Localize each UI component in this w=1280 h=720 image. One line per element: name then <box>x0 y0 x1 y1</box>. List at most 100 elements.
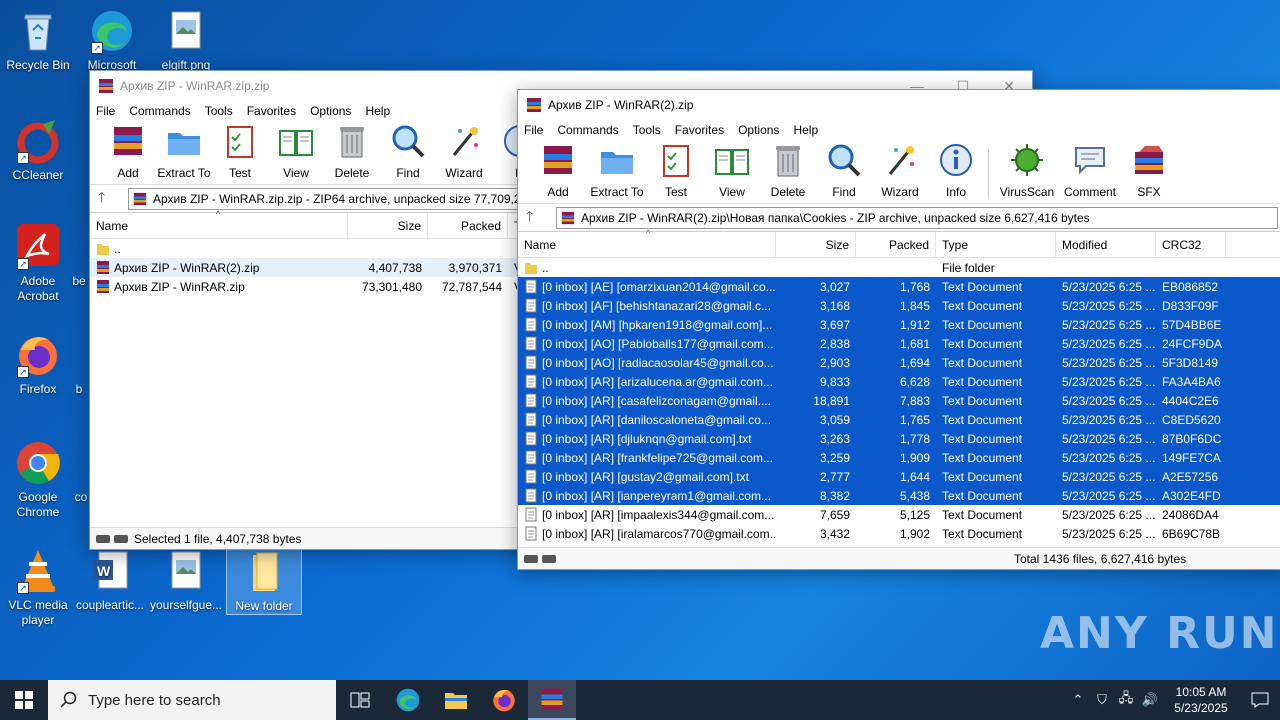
virusscan-button[interactable]: VirusScan <box>995 142 1059 199</box>
col-modified[interactable]: Modified <box>1056 231 1156 258</box>
file-size: 3,027 <box>819 279 850 294</box>
desktop-icon-microsoft-edge[interactable]: ↗ Microsoft <box>74 8 150 73</box>
menu-help[interactable]: Help <box>793 123 818 137</box>
table-row[interactable]: [0 inbox] [AF] [behishtanazari28@gmail.c… <box>518 296 1280 315</box>
taskbar-search[interactable]: Type here to search <box>48 680 336 720</box>
col-size[interactable]: Size <box>776 231 856 258</box>
menu-tools[interactable]: Tools <box>205 104 233 118</box>
extract-to-button[interactable]: Extract To <box>156 123 212 180</box>
menu-commands[interactable]: Commands <box>129 104 190 118</box>
col-crc32[interactable]: CRC32 <box>1156 231 1226 258</box>
table-row[interactable]: .. File folder <box>518 258 1280 277</box>
volume-icon[interactable]: 🔊 <box>1138 692 1162 708</box>
sort-ascending-icon: ^ <box>646 228 651 238</box>
up-arrow-icon[interactable]: 🡑 <box>98 187 128 211</box>
table-row[interactable]: [0 inbox] [AM] [hpkaren1918@gmail.com]..… <box>518 315 1280 334</box>
table-row[interactable]: [0 inbox] [AR] [iralamarcos770@gmail.com… <box>518 524 1280 543</box>
clipboard-check-icon <box>227 126 253 158</box>
view-button[interactable]: View <box>268 123 324 180</box>
menu-commands[interactable]: Commands <box>557 123 618 137</box>
menu-options[interactable]: Options <box>738 123 779 137</box>
window-title: Архив ZIP - WinRAR(2).zip <box>548 98 694 112</box>
up-arrow-icon[interactable]: 🡑 <box>526 206 556 230</box>
table-row[interactable]: [0 inbox] [AR] [gustay2@gmail.com].txt 2,… <box>518 467 1280 486</box>
taskbar-edge[interactable] <box>384 680 432 720</box>
status-text: Selected 1 file, 4,407,738 bytes <box>134 531 302 546</box>
find-button[interactable]: Find <box>380 123 436 180</box>
desktop-icon-couplearticle[interactable]: W coupleartic... <box>72 548 148 613</box>
table-row[interactable]: [0 inbox] [AO] [Pabloballs177@gmail.com.… <box>518 334 1280 353</box>
menu-favorites[interactable]: Favorites <box>247 104 296 118</box>
start-button[interactable] <box>0 680 48 720</box>
taskbar-winrar[interactable] <box>528 680 576 720</box>
test-button[interactable]: Test <box>212 123 268 180</box>
col-packed[interactable]: Packed <box>856 231 936 258</box>
ccleaner-icon: ↗ <box>15 118 61 164</box>
menu-file[interactable]: File <box>524 123 543 137</box>
security-icon[interactable]: ⛉ <box>1090 692 1114 708</box>
desktop-icon-elgift[interactable]: elgift.png <box>148 8 224 73</box>
desktop-icon-label: VLC media player <box>8 598 68 627</box>
table-row[interactable]: [0 inbox] [AR] [arizalucena.ar@gmail.com… <box>518 372 1280 391</box>
winrar-window-nested[interactable]: Архив ZIP - WinRAR(2).zip File Commands … <box>517 89 1280 570</box>
menu-file[interactable]: File <box>96 104 115 118</box>
desktop-icon-vlc[interactable]: ↗ VLC media player <box>0 548 76 628</box>
info-button[interactable]: Info <box>928 142 984 199</box>
notification-button[interactable] <box>1240 692 1280 708</box>
table-row[interactable]: [0 inbox] [AR] [ianpereyram1@gmail.com..… <box>518 486 1280 505</box>
task-view-button[interactable] <box>336 680 384 720</box>
col-type[interactable]: Type <box>936 231 1056 258</box>
find-button[interactable]: Find <box>816 142 872 199</box>
add-button[interactable]: Add <box>530 142 586 199</box>
delete-button[interactable]: Delete <box>324 123 380 180</box>
menu-favorites[interactable]: Favorites <box>675 123 724 137</box>
table-row[interactable]: [0 inbox] [AR] [impaalexis344@gmail.com.… <box>518 505 1280 524</box>
clock[interactable]: 10:05 AM 5/23/2025 <box>1162 684 1240 716</box>
wizard-button[interactable]: Wizard <box>436 123 492 180</box>
wizard-button[interactable]: Wizard <box>872 142 928 199</box>
table-row[interactable]: [0 inbox] [AR] [djluknqn@gmail.com].txt 3… <box>518 429 1280 448</box>
table-row[interactable]: [0 inbox] [AR] [daniloscaloneta@gmail.co… <box>518 410 1280 429</box>
delete-button[interactable]: Delete <box>760 142 816 199</box>
test-button[interactable]: Test <box>648 142 704 199</box>
address-field[interactable]: Архив ZIP - WinRAR(2).zip\Новая папка\Co… <box>556 206 1278 229</box>
desktop-icon-recycle-bin[interactable]: Recycle Bin <box>0 8 76 73</box>
clipboard-check-icon <box>663 145 689 177</box>
virusscan-label: VirusScan <box>999 185 1055 199</box>
desktop-icon-ccleaner[interactable]: ↗ CCleaner <box>0 118 76 183</box>
add-button[interactable]: Add <box>100 123 156 180</box>
view-label: View <box>283 166 309 180</box>
network-icon[interactable]: 🖧 <box>1114 689 1138 711</box>
taskbar-file-explorer[interactable] <box>432 680 480 720</box>
table-row[interactable]: [0 inbox] [AR] [frankfelipe725@gmail.com… <box>518 448 1280 467</box>
file-name: [0 inbox] [AF] [behishtanazari28@gmail.c… <box>542 298 771 313</box>
taskbar-firefox[interactable] <box>480 680 528 720</box>
table-row[interactable]: [0 inbox] [AE] [omarzixuan2014@gmail.co.… <box>518 277 1280 296</box>
menu-help[interactable]: Help <box>365 104 390 118</box>
view-button[interactable]: View <box>704 142 760 199</box>
file-packed: 5,125 <box>899 507 930 522</box>
desktop-icon-yourselfguest[interactable]: yourselfgue... <box>148 548 224 613</box>
recycle-bin-icon <box>15 8 61 54</box>
extract-to-button[interactable]: Extract To <box>586 142 648 199</box>
menu-tools[interactable]: Tools <box>633 123 661 137</box>
file-name: [0 inbox] [AR] [ianpereyram1@gmail.com..… <box>542 488 771 503</box>
menu-options[interactable]: Options <box>310 104 351 118</box>
table-row[interactable]: [0 inbox] [AO] [radiacaosolar45@gmail.co… <box>518 353 1280 372</box>
comment-button[interactable]: Comment <box>1059 142 1121 199</box>
col-size[interactable]: Size <box>348 212 428 239</box>
desktop-icon-new-folder[interactable]: New folder <box>226 548 302 615</box>
file-size: 9,833 <box>819 374 850 389</box>
file-size: 4,407,738 <box>368 260 422 275</box>
file-list-header: ^ Name Size Packed Type Modified CRC32 <box>518 228 1280 258</box>
col-packed[interactable]: Packed <box>428 212 508 239</box>
desktop-icon-google-chrome[interactable]: Google Chrome <box>0 440 76 520</box>
title-bar[interactable]: Архив ZIP - WinRAR(2).zip <box>518 90 1280 120</box>
chevron-up-icon[interactable]: ⌃ <box>1066 692 1090 708</box>
sfx-button[interactable]: SFX <box>1121 142 1177 199</box>
table-row[interactable]: [0 inbox] [AR] [casafelizconagam@gmail..… <box>518 391 1280 410</box>
text-document-icon <box>525 298 537 313</box>
file-modified: 5/23/2025 6:25 ... <box>1062 469 1156 484</box>
desktop-icon-adobe-acrobat[interactable]: ↗ Adobe Acrobat <box>0 224 76 304</box>
desktop-icon-label: Google Chrome <box>16 490 60 519</box>
